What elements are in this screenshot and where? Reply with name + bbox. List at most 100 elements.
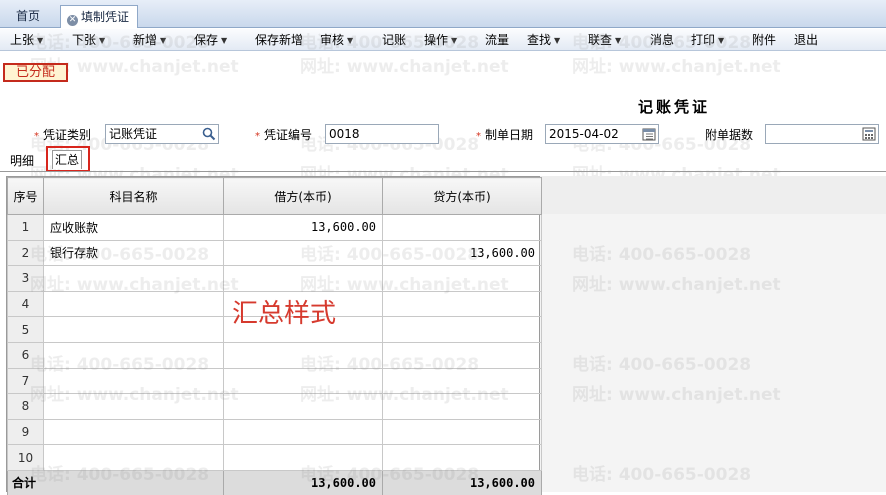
credit-cell[interactable] bbox=[382, 418, 542, 446]
chevron-down-icon[interactable]: ▼ bbox=[615, 36, 621, 45]
credit-cell[interactable] bbox=[382, 393, 542, 420]
credit-cell[interactable] bbox=[382, 341, 542, 369]
exit-button[interactable]: 退出 bbox=[794, 32, 818, 49]
linked-query-label: 联查 bbox=[588, 33, 613, 47]
debit-cell[interactable]: 13,600.00 bbox=[223, 214, 383, 241]
credit-cell[interactable] bbox=[382, 316, 542, 343]
chevron-down-icon[interactable]: ▼ bbox=[221, 36, 227, 45]
table-row[interactable]: 2 银行存款 13,600.00 bbox=[7, 239, 542, 267]
close-icon[interactable]: ✕ bbox=[67, 15, 78, 26]
debit-cell[interactable] bbox=[223, 341, 383, 369]
total-row: 合计 13,600.00 13,600.00 bbox=[7, 469, 542, 495]
watermark-site: 网址: www.chanjet.net bbox=[300, 57, 509, 77]
tab-summary-highlight: 汇总 bbox=[46, 146, 90, 172]
debit-cell[interactable] bbox=[223, 265, 383, 292]
post-button[interactable]: 记账 bbox=[382, 32, 406, 49]
print-button[interactable]: 打印 ▼ bbox=[691, 32, 724, 49]
message-button[interactable]: 消息 bbox=[650, 32, 674, 49]
chevron-down-icon[interactable]: ▼ bbox=[554, 36, 560, 45]
credit-cell[interactable] bbox=[382, 290, 542, 318]
required-icon: * bbox=[255, 131, 260, 142]
attach-label-text: 附单据数 bbox=[705, 128, 754, 142]
date-label-text: 制单日期 bbox=[485, 128, 534, 142]
operation-button[interactable]: 操作 ▼ bbox=[424, 32, 457, 49]
tab-fill-voucher[interactable]: ✕ 填制凭证 bbox=[60, 5, 139, 28]
print-label: 打印 bbox=[691, 33, 716, 47]
tab-detail-label: 明细 bbox=[10, 154, 35, 168]
account-cell[interactable] bbox=[43, 265, 224, 292]
save-button[interactable]: 保存 ▼ bbox=[194, 32, 227, 49]
chevron-down-icon[interactable]: ▼ bbox=[451, 36, 457, 45]
table-row[interactable]: 1 应收账款 13,600.00 bbox=[7, 214, 542, 241]
audit-button[interactable]: 审核 ▼ bbox=[320, 32, 353, 49]
attach-label: 附单据数 bbox=[705, 126, 753, 143]
next-button[interactable]: 下张 ▼ bbox=[72, 32, 105, 49]
prev-button[interactable]: 上张 ▼ bbox=[10, 32, 43, 49]
debit-cell[interactable] bbox=[223, 367, 383, 395]
table-row[interactable]: 9 bbox=[7, 418, 542, 446]
toolbar: 上张 ▼ 下张 ▼ 新增 ▼ 保存 ▼ 保存新增 审核 ▼ 记账 操作 ▼ 流量 查找 ▼ 联… bbox=[0, 29, 886, 51]
debit-cell[interactable] bbox=[223, 418, 383, 446]
account-cell[interactable] bbox=[43, 367, 224, 395]
credit-cell[interactable]: 13,600.00 bbox=[382, 239, 542, 267]
calculator-icon[interactable] bbox=[862, 127, 876, 141]
debit-cell[interactable] bbox=[223, 239, 383, 267]
row-number: 7 bbox=[7, 367, 44, 395]
table-row[interactable]: 7 bbox=[7, 367, 542, 395]
required-icon: * bbox=[34, 131, 39, 142]
chevron-down-icon[interactable]: ▼ bbox=[37, 36, 43, 45]
credit-cell[interactable] bbox=[382, 367, 542, 395]
date-field[interactable]: 2015-04-02 bbox=[545, 124, 659, 144]
account-cell[interactable] bbox=[43, 290, 224, 318]
new-button[interactable]: 新增 ▼ bbox=[133, 32, 166, 49]
voucher-table: 序号 科目名称 借方(本币) 贷方(本币) 1 应收账款 13,600.00 2 银行… bbox=[7, 177, 542, 495]
tab-summary[interactable]: 汇总 bbox=[52, 150, 82, 169]
save-new-button[interactable]: 保存新增 bbox=[255, 32, 303, 49]
cashflow-button[interactable]: 流量 bbox=[485, 32, 509, 49]
table-row[interactable]: 6 bbox=[7, 341, 542, 369]
table-row[interactable]: 3 bbox=[7, 265, 542, 292]
col-account-header: 科目名称 bbox=[43, 177, 224, 215]
table-header-row: 序号 科目名称 借方(本币) 贷方(本币) bbox=[7, 177, 542, 215]
attach-count-field[interactable] bbox=[765, 124, 879, 144]
account-cell[interactable] bbox=[43, 444, 224, 471]
chevron-down-icon[interactable]: ▼ bbox=[99, 36, 105, 45]
calendar-icon[interactable] bbox=[642, 127, 656, 141]
voucher-type-field[interactable]: 记账凭证 bbox=[105, 124, 219, 144]
chevron-down-icon[interactable]: ▼ bbox=[160, 36, 166, 45]
tab-detail[interactable]: 明细 bbox=[10, 152, 34, 169]
account-cell[interactable] bbox=[43, 393, 224, 420]
row-number: 8 bbox=[7, 393, 44, 420]
account-cell[interactable]: 银行存款 bbox=[43, 239, 224, 267]
prev-label: 上张 bbox=[10, 33, 35, 47]
exit-label: 退出 bbox=[794, 33, 819, 47]
page-title: 记账凭证 bbox=[638, 98, 711, 116]
voucher-no-field[interactable]: 0018 bbox=[325, 124, 439, 144]
chevron-down-icon[interactable]: ▼ bbox=[718, 36, 724, 45]
account-cell[interactable]: 应收账款 bbox=[43, 214, 224, 241]
voucher-no-label: * 凭证编号 bbox=[255, 126, 312, 143]
grid-empty-area bbox=[540, 176, 886, 492]
table-row[interactable]: 8 bbox=[7, 393, 542, 420]
credit-cell[interactable] bbox=[382, 444, 542, 471]
voucher-type-label-text: 凭证类别 bbox=[43, 128, 92, 142]
voucher-no-label-text: 凭证编号 bbox=[264, 128, 313, 142]
account-cell[interactable] bbox=[43, 341, 224, 369]
search-icon[interactable] bbox=[202, 127, 216, 141]
debit-cell[interactable] bbox=[223, 393, 383, 420]
row-number: 10 bbox=[7, 444, 44, 471]
find-button[interactable]: 查找 ▼ bbox=[527, 32, 560, 49]
attachment-button[interactable]: 附件 bbox=[752, 32, 776, 49]
tab-fill-voucher-label: 填制凭证 bbox=[81, 10, 130, 24]
chevron-down-icon[interactable]: ▼ bbox=[347, 36, 353, 45]
account-cell[interactable] bbox=[43, 418, 224, 446]
table-row[interactable]: 10 bbox=[7, 444, 542, 471]
row-number: 2 bbox=[7, 239, 44, 267]
account-cell[interactable] bbox=[43, 316, 224, 343]
debit-cell[interactable] bbox=[223, 444, 383, 471]
credit-cell[interactable] bbox=[382, 265, 542, 292]
grid-header-extension bbox=[540, 176, 886, 214]
linked-query-button[interactable]: 联查 ▼ bbox=[588, 32, 621, 49]
credit-cell[interactable] bbox=[382, 214, 542, 241]
tab-home[interactable]: 首页 bbox=[8, 5, 48, 28]
